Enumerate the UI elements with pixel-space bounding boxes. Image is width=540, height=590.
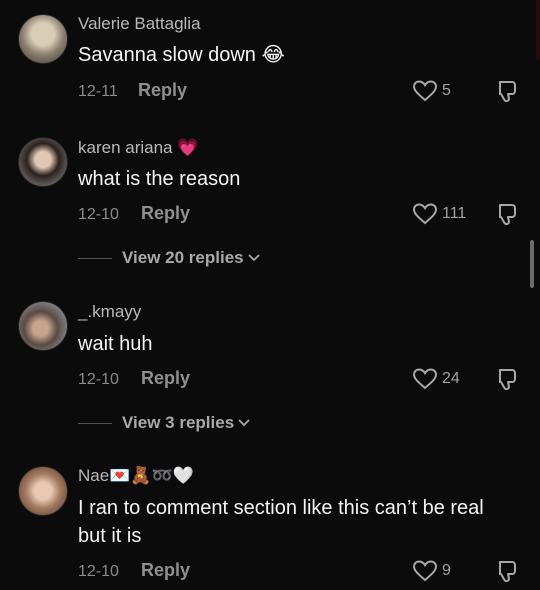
comment-meta: 12-10 Reply 111 <box>78 203 540 229</box>
comment-text: wait huh <box>78 333 153 355</box>
like-count: 24 <box>442 370 460 387</box>
comment-meta: 12-10 Reply 24 <box>78 368 540 394</box>
dislike-button[interactable] <box>494 79 520 110</box>
avatar[interactable] <box>18 14 68 64</box>
divider <box>78 257 112 259</box>
divider <box>78 422 112 424</box>
comment-meta: 12-11 Reply 5 <box>78 80 540 106</box>
chevron-down-icon <box>238 419 250 427</box>
dislike-button[interactable] <box>494 367 520 398</box>
avatar[interactable] <box>18 301 68 351</box>
avatar[interactable] <box>18 466 68 516</box>
comment-meta: 12-10 Reply 9 <box>78 560 540 586</box>
comment-text: Savanna slow down 😂 <box>78 44 285 66</box>
edge-shadow <box>536 0 540 60</box>
like-count: 111 <box>442 205 467 222</box>
like-button[interactable]: 111 <box>412 202 466 226</box>
comment-username[interactable]: Valerie Battaglia <box>78 14 201 34</box>
like-button[interactable]: 5 <box>412 79 451 103</box>
like-count: 9 <box>442 562 451 579</box>
heart-outline-icon <box>412 80 438 102</box>
scrollbar[interactable] <box>530 240 534 288</box>
heart-outline-icon <box>412 368 438 390</box>
comment-date: 12-10 <box>78 563 119 580</box>
comment-username[interactable]: karen ariana 💗 <box>78 138 198 158</box>
thumbs-down-outline-icon <box>499 369 516 391</box>
view-replies-label: View 3 replies <box>122 413 235 432</box>
comment-date: 12-10 <box>78 371 119 388</box>
reply-button[interactable]: Reply <box>141 560 190 581</box>
reply-button[interactable]: Reply <box>141 203 190 224</box>
thumbs-down-outline-icon <box>499 561 516 583</box>
like-count: 5 <box>442 82 451 99</box>
reply-button[interactable]: Reply <box>141 368 190 389</box>
like-button[interactable]: 9 <box>412 559 451 583</box>
comment-username[interactable]: Nae💌🧸➿🤍 <box>78 466 194 486</box>
comment-text: I ran to comment section like this can’t… <box>78 497 484 547</box>
heart-outline-icon <box>412 203 438 225</box>
heart-outline-icon <box>412 560 438 582</box>
like-button[interactable]: 24 <box>412 367 460 391</box>
thumbs-down-outline-icon <box>499 81 516 103</box>
comment-username[interactable]: _.kmayy <box>78 302 141 322</box>
avatar[interactable] <box>18 137 68 187</box>
thumbs-down-outline-icon <box>499 204 516 226</box>
view-replies-label: View 20 replies <box>122 248 244 267</box>
view-replies-button[interactable]: View 20 replies <box>78 248 261 268</box>
reply-button[interactable]: Reply <box>138 80 187 101</box>
dislike-button[interactable] <box>494 559 520 590</box>
dislike-button[interactable] <box>494 202 520 233</box>
view-replies-button[interactable]: View 3 replies <box>78 413 251 433</box>
comment-date: 12-10 <box>78 206 119 223</box>
chevron-down-icon <box>247 254 260 262</box>
comment-text: what is the reason <box>78 168 241 190</box>
comment-date: 12-11 <box>78 83 118 100</box>
